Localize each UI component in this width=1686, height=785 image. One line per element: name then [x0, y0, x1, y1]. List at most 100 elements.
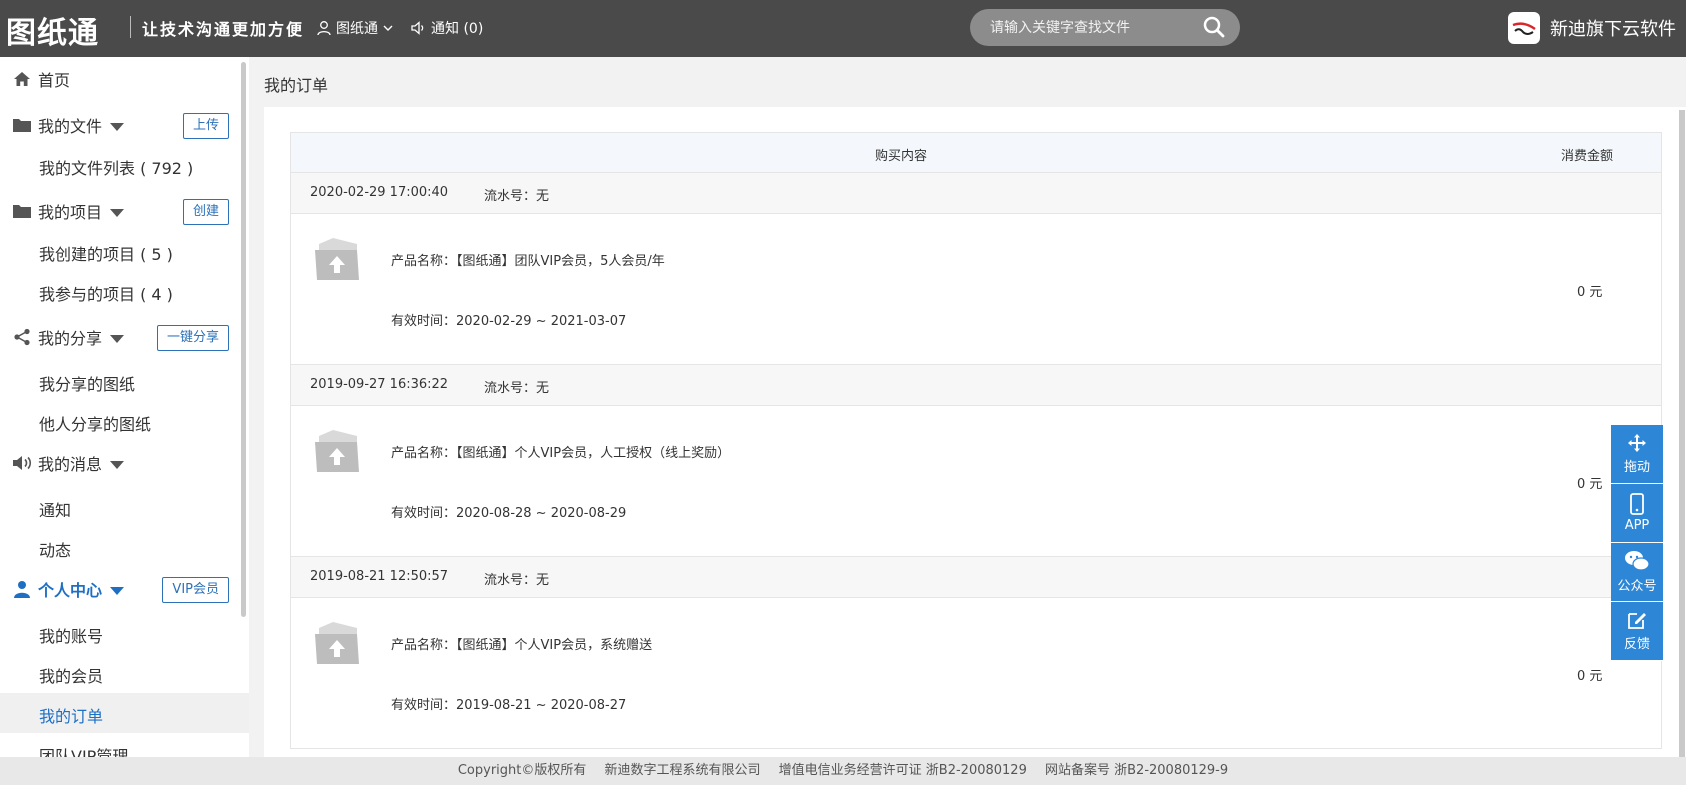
- sidebar-item-label: 个人中心: [38, 581, 103, 600]
- feedback-button[interactable]: 反馈: [1611, 602, 1663, 661]
- share-icon: [14, 328, 30, 346]
- search-box: [970, 9, 1240, 46]
- one-click-share-button[interactable]: 一键分享: [156, 325, 229, 351]
- sidebar-active-highlight: [0, 693, 249, 733]
- caret-down-icon: [110, 122, 125, 131]
- chevron-down-icon: [383, 25, 393, 31]
- sidebar-item-file-list[interactable]: 我的文件列表 ( 792 ): [39, 155, 193, 179]
- drag-button[interactable]: 拖动: [1611, 425, 1663, 484]
- search-icon[interactable]: [1202, 15, 1226, 43]
- order-header: 2020-02-29 17:00:40 流水号：无: [291, 173, 1661, 214]
- product-valid-time: 有效时间：2020-02-29 ~ 2021-03-07: [391, 314, 627, 329]
- create-button[interactable]: 创建: [182, 199, 229, 225]
- order-serial: 流水号：无: [484, 573, 550, 588]
- header-divider: [130, 16, 131, 38]
- sidebar-item-notice[interactable]: 通知: [39, 497, 71, 521]
- sidebar-item-label: 我的分享: [38, 329, 103, 348]
- folder-icon: [13, 119, 31, 132]
- order-amount: 0 元: [1577, 477, 1603, 492]
- top-header: 图纸通 让技术沟通更加方便 图纸通 通知 (0) 新迪旗下云软件: [0, 0, 1686, 57]
- order-row: 产品名称：【图纸通】个人VIP会员，系统赠送 有效时间：2019-08-21 ~…: [291, 598, 1661, 749]
- user-menu[interactable]: 图纸通: [316, 18, 394, 38]
- logo-text: 图纸通: [6, 16, 99, 51]
- vip-member-button[interactable]: VIP会员: [162, 577, 229, 603]
- sidebar-scrollbar[interactable]: [241, 62, 246, 617]
- order-date: 2019-09-27 16:36:22: [310, 377, 449, 392]
- sidebar-item-activity[interactable]: 动态: [39, 537, 71, 561]
- wechat-label: 公众号: [1617, 579, 1657, 594]
- caret-down-icon: [110, 334, 125, 343]
- brand-text: 新迪旗下云软件: [1550, 19, 1676, 40]
- notice-link[interactable]: 通知 (0): [410, 18, 483, 38]
- folder-icon: [13, 205, 31, 218]
- person-icon: [14, 581, 30, 598]
- site-footer: Copyright©版权所有 新迪数字工程系统有限公司 增值电信业务经营许可证 …: [0, 757, 1686, 785]
- search-input[interactable]: [990, 19, 1190, 36]
- floating-toolbar: 拖动 APP 公众号 反馈: [1611, 425, 1663, 661]
- upload-folder-icon: [313, 620, 361, 670]
- order-header: 2019-08-21 12:50:57 流水号：无: [291, 557, 1661, 598]
- product-name: 产品名称：【图纸通】个人VIP会员，系统赠送: [391, 638, 653, 653]
- upload-folder-icon: [313, 428, 361, 478]
- order-header: 2019-09-27 16:36:22 流水号：无: [291, 365, 1661, 406]
- order-amount: 0 元: [1577, 669, 1603, 684]
- footer-icp: 网站备案号 浙B2-20080129-9: [1045, 763, 1229, 778]
- upload-button[interactable]: 上传: [182, 113, 229, 139]
- footer-company: 新迪数字工程系统有限公司: [604, 763, 761, 778]
- product-valid-time: 有效时间：2020-08-28 ~ 2020-08-29: [391, 506, 627, 521]
- caret-down-icon: [110, 460, 125, 469]
- sidebar-item-label: 首页: [38, 71, 71, 90]
- product-valid-time: 有效时间：2019-08-21 ~ 2020-08-27: [391, 698, 627, 713]
- sidebar-item-home[interactable]: 首页: [0, 59, 249, 99]
- orders-panel: 购买内容 消费金额 2020-02-29 17:00:40 流水号：无 产品名称…: [264, 107, 1686, 757]
- order-date: 2020-02-29 17:00:40: [310, 185, 449, 200]
- edit-icon: [1628, 613, 1646, 629]
- orders-table: 购买内容 消费金额 2020-02-29 17:00:40 流水号：无 产品名称…: [290, 132, 1662, 749]
- main-scrollbar[interactable]: [1679, 110, 1685, 760]
- order-row: 产品名称：【图纸通】个人VIP会员，人工授权（线上奖励） 有效时间：2020-0…: [291, 406, 1661, 557]
- upload-folder-icon: [313, 236, 361, 286]
- drag-label: 拖动: [1623, 460, 1650, 475]
- app-button[interactable]: APP: [1611, 484, 1663, 543]
- sidebar-item-team-vip[interactable]: 团队VIP管理: [39, 743, 128, 757]
- brand-logo-icon: [1508, 12, 1540, 44]
- sidebar-item-account[interactable]: 我的账号: [39, 623, 103, 647]
- footer-license: 增值电信业务经营许可证 浙B2-20080129: [778, 763, 1027, 778]
- wechat-icon: [1625, 551, 1650, 571]
- product-name: 产品名称：【图纸通】个人VIP会员，人工授权（线上奖励）: [391, 446, 731, 461]
- home-icon: [14, 72, 30, 86]
- notice-label: 通知 (0): [431, 21, 484, 37]
- product-name: 产品名称：【图纸通】团队VIP会员，5人会员/年: [391, 254, 665, 269]
- sidebar-item-joined-projects[interactable]: 我参与的项目 ( 4 ): [39, 281, 173, 305]
- page-title: 我的订单: [264, 76, 329, 95]
- wechat-button[interactable]: 公众号: [1611, 543, 1663, 602]
- speaker-icon: [411, 21, 424, 35]
- caret-down-icon: [110, 208, 125, 217]
- table-header: 购买内容 消费金额: [291, 132, 1661, 173]
- speaker-icon: [13, 456, 32, 470]
- user-menu-label: 图纸通: [336, 21, 378, 37]
- footer-copyright: Copyright©版权所有: [457, 763, 587, 778]
- sidebar-item-my-messages[interactable]: 我的消息: [0, 443, 249, 483]
- app-label: APP: [1624, 518, 1650, 533]
- sidebar-item-created-projects[interactable]: 我创建的项目 ( 5 ): [39, 241, 173, 265]
- sidebar-item-orders[interactable]: 我的订单: [39, 703, 103, 727]
- order-serial: 流水号：无: [484, 189, 550, 204]
- sidebar-item-membership[interactable]: 我的会员: [39, 663, 103, 687]
- order-row: 产品名称：【图纸通】团队VIP会员，5人会员/年 有效时间：2020-02-29…: [291, 214, 1661, 365]
- brand-link[interactable]: 新迪旗下云软件: [1508, 12, 1676, 44]
- order-amount: 0 元: [1577, 285, 1603, 300]
- site-slogan: 让技术沟通更加方便: [142, 20, 305, 39]
- sidebar-item-label: 我的项目: [38, 203, 103, 222]
- order-date: 2019-08-21 12:50:57: [310, 569, 449, 584]
- sidebar-item-my-shared[interactable]: 我分享的图纸: [39, 371, 135, 395]
- sidebar-item-label: 我的消息: [38, 455, 103, 474]
- feedback-label: 反馈: [1623, 637, 1650, 652]
- move-arrows-icon: [1628, 434, 1646, 452]
- phone-icon: [1630, 493, 1644, 515]
- user-icon: [317, 21, 331, 36]
- column-header-content: 购买内容: [874, 149, 927, 164]
- caret-down-icon: [110, 586, 125, 595]
- site-logo[interactable]: 图纸通: [6, 8, 99, 52]
- sidebar-item-others-shared[interactable]: 他人分享的图纸: [39, 411, 151, 435]
